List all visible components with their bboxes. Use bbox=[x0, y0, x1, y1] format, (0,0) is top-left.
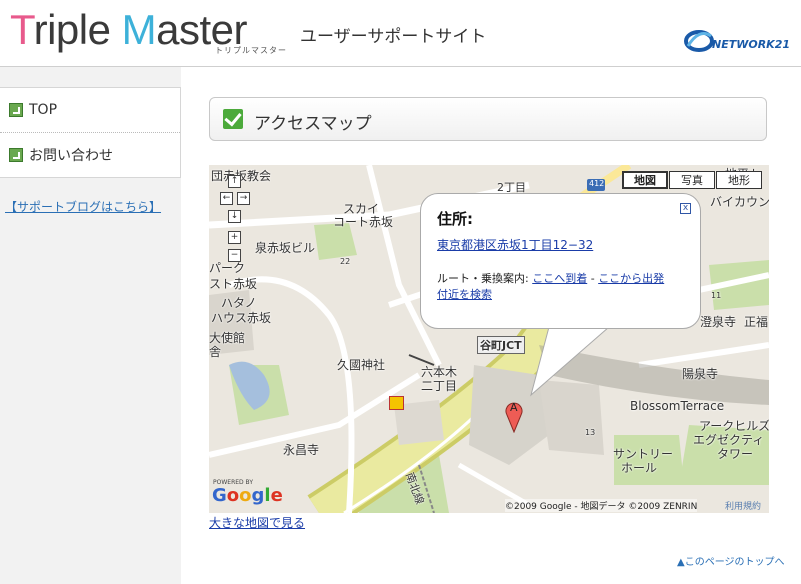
search-nearby-link[interactable]: 付近を検索 bbox=[437, 286, 492, 302]
pan-up-button[interactable]: ↑ bbox=[228, 175, 241, 188]
map-label: 11 bbox=[711, 291, 722, 300]
map-label: 泉赤坂ビル bbox=[255, 241, 316, 255]
address-label: 住所: bbox=[437, 210, 473, 228]
sidebar: TOP お問い合わせ 【サポートブログはこちら】 bbox=[0, 67, 181, 584]
map-label: ハウス赤坂 bbox=[211, 311, 272, 325]
route-from-link[interactable]: ここから出発 bbox=[598, 272, 664, 285]
map-marker-label: A bbox=[510, 401, 518, 414]
map-label: 団赤坂教会 bbox=[211, 169, 272, 183]
triple-master-logo[interactable]: Triple Master bbox=[10, 6, 248, 54]
header: Triple Master トリプルマスター ユーザーサポートサイト NETWO… bbox=[0, 0, 801, 67]
sidebar-item-top[interactable]: TOP bbox=[0, 88, 180, 133]
check-icon bbox=[223, 109, 243, 129]
arrow-icon bbox=[9, 148, 23, 162]
sidebar-nav: TOP お問い合わせ bbox=[0, 87, 181, 178]
logo-subtitle: トリプルマスター bbox=[215, 46, 287, 55]
section-heading: アクセスマップ bbox=[209, 97, 767, 141]
sidebar-item-contact[interactable]: お問い合わせ bbox=[0, 133, 180, 177]
info-window-tail bbox=[530, 325, 610, 397]
arrow-icon bbox=[9, 103, 23, 117]
support-blog-link[interactable]: 【サポートブログはこちら】 bbox=[5, 198, 161, 215]
map-label: 正福 bbox=[744, 315, 769, 329]
map-label: 22 bbox=[340, 257, 351, 266]
network21-logo-text: NETWORK21 bbox=[712, 38, 791, 51]
map-label: コート赤坂 bbox=[333, 215, 394, 229]
map-label: ホール bbox=[621, 461, 658, 475]
zoom-in-button[interactable]: + bbox=[228, 231, 241, 244]
view-larger-map-link[interactable]: 大きな地図で見る bbox=[209, 514, 305, 531]
route-row: ルート・乗換案内: ここへ到着 - ここから出発 bbox=[437, 270, 664, 286]
pan-left-button[interactable]: ← bbox=[220, 192, 233, 205]
map-label: タワー bbox=[717, 447, 754, 461]
route-to-link[interactable]: ここへ到着 bbox=[532, 272, 587, 285]
google-map[interactable]: 団赤坂教会 2丁目 地平ト バイカウン スカイ コート赤坂 泉赤坂ビル 22 パ… bbox=[209, 165, 769, 513]
pan-down-button[interactable]: ↓ bbox=[228, 210, 241, 223]
map-copyright: ©2009 Google - 地図データ ©2009 ZENRIN bbox=[505, 499, 698, 512]
map-type-terrain-button[interactable]: 地形 bbox=[716, 171, 762, 189]
map-label: バイカウン bbox=[710, 195, 769, 209]
map-label: 二丁目 bbox=[421, 379, 458, 393]
terms-link[interactable]: 利用規約 bbox=[725, 499, 761, 512]
site-tagline: ユーザーサポートサイト bbox=[300, 27, 487, 47]
sidebar-item-label: TOP bbox=[29, 102, 58, 118]
route-shield: 412 bbox=[589, 179, 605, 188]
page-top-link[interactable]: ▲このページのトップへ bbox=[677, 553, 785, 568]
pan-right-button[interactable]: → bbox=[237, 192, 250, 205]
map-label: BlossomTerrace bbox=[630, 399, 725, 413]
google-logo[interactable]: Google bbox=[212, 485, 283, 506]
map-type-satellite-button[interactable]: 写真 bbox=[669, 171, 715, 189]
map-label: 舎 bbox=[209, 345, 222, 359]
map-label: 陽泉寺 bbox=[682, 367, 719, 381]
map-type-map-button[interactable]: 地図 bbox=[622, 171, 668, 189]
info-window: 住所: 東京都港区赤坂1丁目12−32 ルート・乗換案内: ここへ到着 - ここ… bbox=[420, 193, 701, 329]
map-label: 13 bbox=[585, 428, 596, 437]
address-link[interactable]: 東京都港区赤坂1丁目12−32 bbox=[437, 236, 593, 253]
map-label: 澄泉寺 bbox=[700, 315, 737, 329]
zoom-out-button[interactable]: − bbox=[228, 249, 241, 262]
route-prefix: ルート・乗換案内: bbox=[437, 272, 529, 285]
close-icon[interactable]: x bbox=[680, 203, 691, 214]
route-separator: - bbox=[587, 272, 599, 285]
page-title: アクセスマップ bbox=[254, 114, 372, 134]
map-label: 永昌寺 bbox=[283, 443, 320, 457]
map-label: 久國神社 bbox=[337, 358, 386, 372]
station-icon[interactable] bbox=[389, 396, 404, 410]
map-label: スト赤坂 bbox=[209, 277, 258, 291]
sidebar-item-label: お問い合わせ bbox=[29, 148, 113, 164]
